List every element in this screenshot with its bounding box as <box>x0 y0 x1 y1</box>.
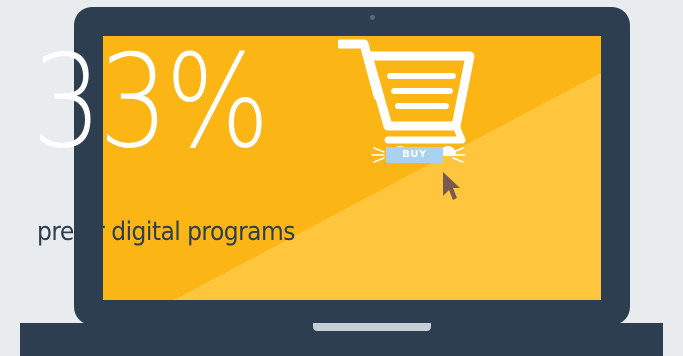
laptop-base-notch <box>313 323 431 331</box>
webcam-dot <box>370 15 375 20</box>
shopping-cart-icon <box>338 39 475 156</box>
mouse-cursor-icon <box>443 172 460 200</box>
stat-percentage: 33% <box>32 28 270 177</box>
highlight-spark-right-icon <box>452 147 466 163</box>
stat-caption: prefer digital programs <box>37 217 295 247</box>
infographic-stage: 33% prefer digital programs BUY <box>0 0 683 356</box>
